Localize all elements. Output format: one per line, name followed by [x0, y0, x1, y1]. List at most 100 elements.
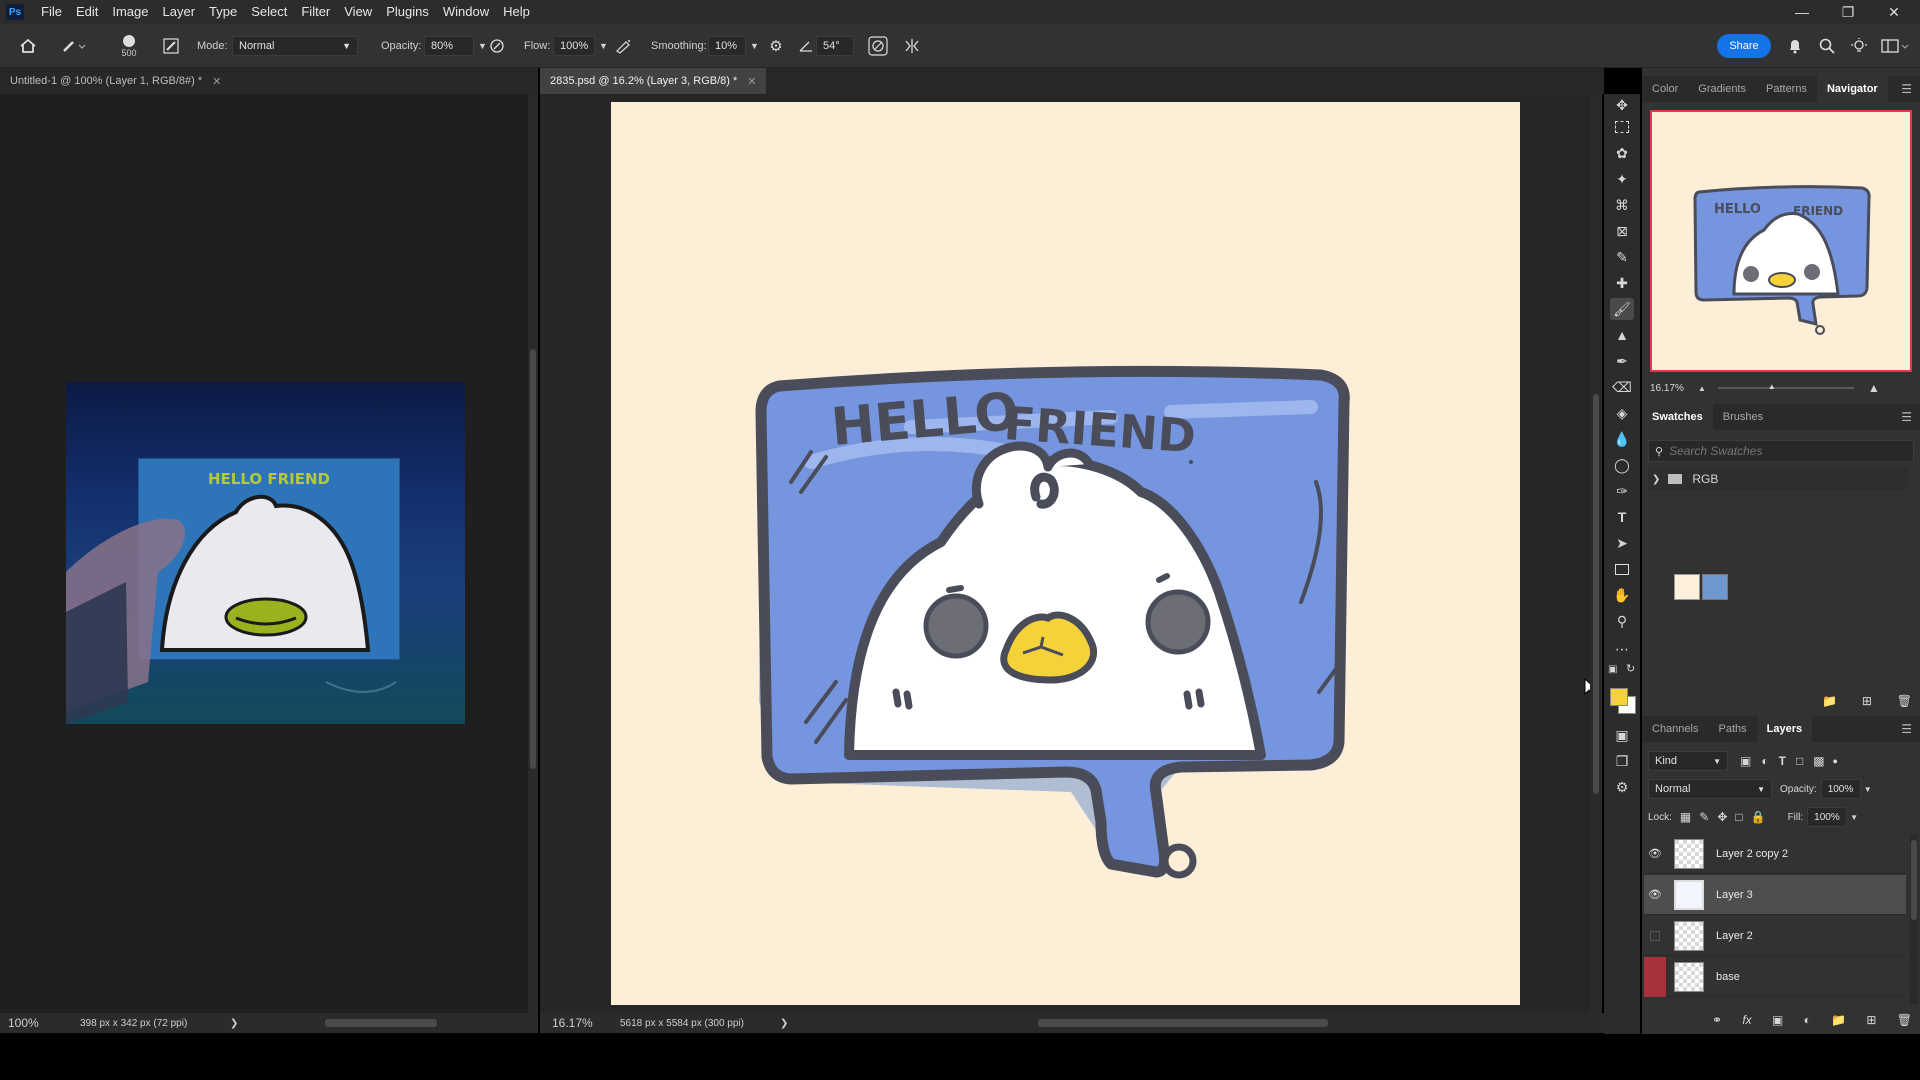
menu-select[interactable]: Select [244, 0, 294, 24]
restore-icon[interactable]: ❐ [1826, 0, 1870, 24]
close-tab-icon[interactable]: ✕ [212, 75, 221, 88]
lock-position-icon[interactable]: ✥ [1717, 810, 1727, 824]
tab-navigator[interactable]: Navigator [1816, 76, 1888, 102]
edit-toolbar-icon[interactable]: ⚙ [1610, 776, 1634, 798]
tab-color[interactable]: Color [1642, 76, 1688, 102]
marquee-tool-icon[interactable] [1610, 116, 1634, 138]
close-window-icon[interactable]: ✕ [1872, 0, 1916, 24]
tab-swatches[interactable]: Swatches [1642, 404, 1713, 430]
filter-toggle-icon[interactable]: ● [1833, 756, 1838, 766]
bell-icon[interactable] [1784, 24, 1806, 68]
menu-edit[interactable]: Edit [69, 0, 105, 24]
quick-mask-icon[interactable]: ▣ [1610, 724, 1634, 746]
lasso-tool-icon[interactable]: ✿ [1610, 142, 1634, 164]
layer-row-layer-2-copy-2[interactable]: 👁 Layer 2 copy 2 [1644, 834, 1906, 874]
default-colors-icon[interactable]: ▣ [1608, 664, 1617, 675]
swatch-blue[interactable] [1702, 574, 1728, 600]
menu-filter[interactable]: Filter [294, 0, 337, 24]
chevron-right-icon[interactable]: ❯ [1652, 474, 1660, 485]
main-canvas[interactable]: HELLO FRIEND [611, 102, 1520, 1005]
close-tab-icon[interactable]: ✕ [747, 75, 756, 88]
healing-brush-tool-icon[interactable]: ✚ [1610, 272, 1634, 294]
layer-opacity-input[interactable]: 100% [1820, 779, 1861, 799]
search-icon[interactable] [1816, 24, 1838, 68]
navigator-zoom-value[interactable]: 16.17% [1650, 383, 1694, 394]
path-selection-tool-icon[interactable]: ➤ [1610, 532, 1634, 554]
left-zoom-level[interactable]: 100% [8, 1016, 72, 1030]
mode-select[interactable]: Normal ▼ [232, 36, 358, 56]
tab-patterns[interactable]: Patterns [1756, 76, 1817, 102]
clone-stamp-tool-icon[interactable]: ▲ [1610, 324, 1634, 346]
dodge-tool-icon[interactable]: ◯ [1610, 454, 1634, 476]
layer-row-layer-3[interactable]: 👁 Layer 3 [1644, 875, 1906, 915]
filter-type-icon[interactable]: T [1779, 754, 1786, 768]
gear-icon[interactable]: ⚙ [766, 24, 786, 68]
flow-input[interactable]: 100% [553, 36, 595, 56]
delete-swatch-icon[interactable]: 🗑 [1897, 694, 1912, 712]
menu-layer[interactable]: Layer [156, 0, 203, 24]
flow-chevron-icon[interactable]: ▼ [599, 41, 608, 51]
filter-shape-icon[interactable]: □ [1796, 754, 1803, 768]
new-group-icon[interactable]: 📁 [1831, 1013, 1846, 1027]
history-brush-tool-icon[interactable]: ✒ [1610, 350, 1634, 372]
tab-layers[interactable]: Layers [1756, 716, 1813, 742]
swatch-group-rgb[interactable]: ❯ RGB [1648, 468, 1908, 490]
crop-tool-icon[interactable]: ⌘ [1610, 194, 1634, 216]
left-horizontal-scroll-thumb[interactable] [325, 1019, 437, 1027]
tab-untitled-1[interactable]: Untitled-1 @ 100% (Layer 1, RGB/8#) * ✕ [0, 68, 231, 94]
new-layer-icon[interactable]: ⊞ [1866, 1013, 1876, 1027]
left-info-arrow-icon[interactable]: ❯ [230, 1018, 238, 1029]
filter-pixel-icon[interactable]: ▣ [1740, 754, 1751, 768]
left-canvas-area[interactable]: HELLO FRIEND [0, 94, 528, 1013]
brush-preset-icon[interactable] [56, 24, 92, 68]
workspace-icon[interactable] [1878, 24, 1912, 68]
eye-icon[interactable]: 👁 [1644, 834, 1666, 874]
left-vertical-scroll-thumb[interactable] [530, 349, 536, 769]
lightbulb-icon[interactable] [1848, 24, 1870, 68]
eraser-tool-icon[interactable]: ⌫ [1610, 376, 1634, 398]
brush-size-picker[interactable]: 500 [112, 24, 146, 68]
opacity-dropdown-icon[interactable]: ▼ [1864, 785, 1872, 794]
blur-tool-icon[interactable]: 💧 [1610, 428, 1634, 450]
new-swatch-icon[interactable]: ⊞ [1862, 694, 1872, 712]
move-tool-icon[interactable]: ✥ [1610, 94, 1634, 116]
tab-gradients[interactable]: Gradients [1688, 76, 1756, 102]
swatches-search-input[interactable] [1669, 444, 1890, 458]
rectangle-tool-icon[interactable] [1610, 558, 1634, 580]
photoshop-logo-icon[interactable]: Ps [6, 4, 24, 20]
swatch-cream[interactable] [1674, 574, 1700, 600]
tab-channels[interactable]: Channels [1642, 716, 1708, 742]
zoom-out-icon[interactable]: ▲ [1698, 384, 1706, 393]
brush-tool-icon[interactable]: 🖌 [1610, 298, 1634, 320]
main-vertical-scroll-thumb[interactable] [1593, 394, 1599, 794]
menu-type[interactable]: Type [202, 0, 244, 24]
pressure-size-icon[interactable] [866, 24, 890, 68]
lock-artboard-icon[interactable]: □ [1735, 810, 1742, 824]
main-canvas-area[interactable]: HELLO FRIEND [540, 94, 1598, 1013]
adjustment-layer-icon[interactable]: ◐ [1804, 1013, 1811, 1027]
lock-transparent-icon[interactable]: ▦ [1680, 810, 1691, 824]
airbrush-icon[interactable] [612, 24, 634, 68]
frame-tool-icon[interactable]: ⊠ [1610, 220, 1634, 242]
main-info-arrow-icon[interactable]: ❯ [780, 1018, 788, 1029]
left-vertical-scrollbar[interactable] [528, 94, 538, 1013]
menu-help[interactable]: Help [496, 0, 537, 24]
angle-input[interactable]: 54° [816, 36, 854, 56]
zoom-tool-icon[interactable]: ⚲ [1610, 610, 1634, 632]
pressure-opacity-icon[interactable] [486, 24, 508, 68]
menu-image[interactable]: Image [105, 0, 155, 24]
tab-brushes[interactable]: Brushes [1713, 404, 1773, 430]
zoom-slider-handle-icon[interactable]: ▲ [1768, 382, 1776, 391]
swatch-folder-icon[interactable]: 📁 [1822, 694, 1837, 712]
eye-hidden-icon[interactable] [1644, 956, 1666, 997]
panel-menu-icon[interactable]: ☰ [1901, 82, 1912, 96]
menu-plugins[interactable]: Plugins [379, 0, 436, 24]
link-layers-icon[interactable]: ⚭ [1712, 1013, 1722, 1027]
fill-dropdown-icon[interactable]: ▼ [1850, 813, 1858, 822]
main-zoom-level[interactable]: 16.17% [552, 1016, 614, 1030]
menu-file[interactable]: File [34, 0, 69, 24]
lock-all-icon[interactable]: 🔒 [1751, 810, 1766, 824]
smoothing-input[interactable]: 10% [708, 36, 746, 56]
main-vertical-scrollbar[interactable] [1590, 94, 1602, 1013]
minimize-icon[interactable]: — [1780, 0, 1824, 24]
